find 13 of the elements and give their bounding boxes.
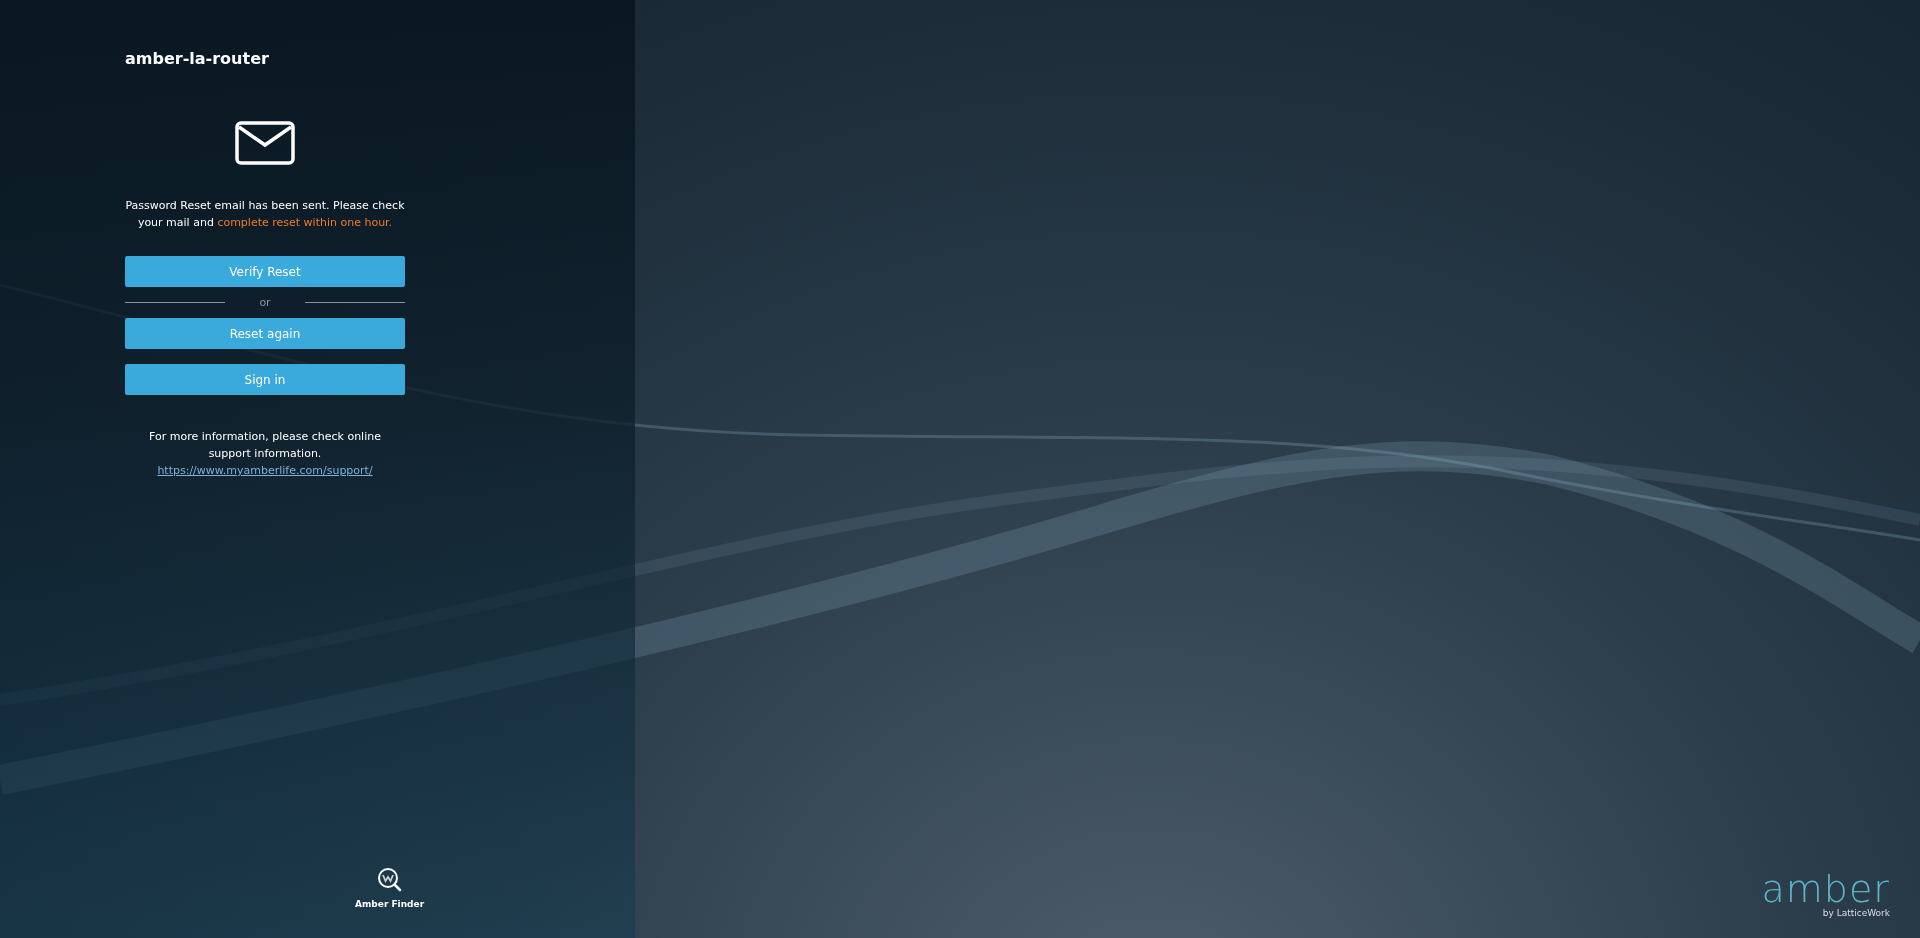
support-info-text: For more information, please check online support information. https://www.myamberlife.com/support/ xyxy=(148,429,382,479)
action-button[interactable]: Reset again xyxy=(125,318,405,349)
magnifier-icon[interactable] xyxy=(376,867,403,893)
brand-byline: by LatticeWork xyxy=(1822,908,1890,918)
or-separator-text: or xyxy=(258,295,272,309)
envelope-icon xyxy=(235,121,295,165)
finder-label[interactable]: Amber Finder xyxy=(355,899,425,909)
action-button[interactable]: Verify Reset xyxy=(125,256,405,287)
support-link[interactable]: https://www.myamberlife.com/support/ xyxy=(157,464,373,477)
action-button[interactable]: Sign in xyxy=(125,364,405,395)
device-name: amber-la-router xyxy=(125,49,269,68)
brand-logo: amber xyxy=(1761,870,1890,908)
reset-message: Password Reset email has been sent. Please check your mail and complete reset within one hour. xyxy=(124,198,406,231)
